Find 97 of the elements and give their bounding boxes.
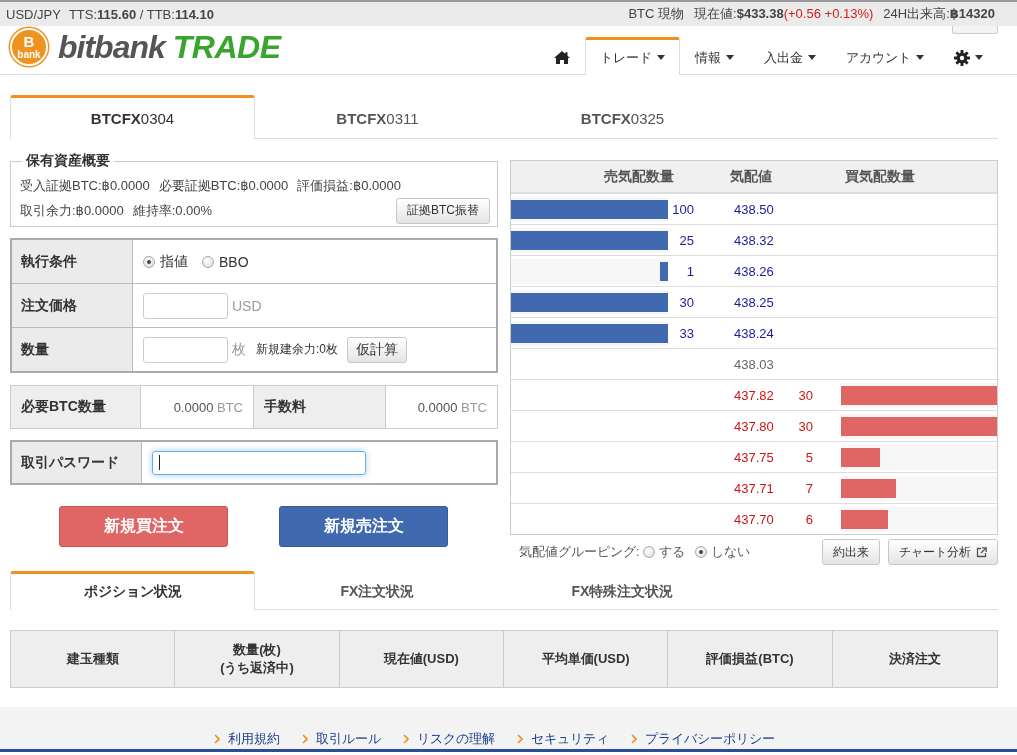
available-quantity-text: 新規建余力:0枚 [256,341,338,358]
radio-button[interactable] [202,255,214,268]
calculate-button[interactable]: 仮計算 [347,336,407,363]
asset-figure-text: 取引余力:฿0.0000 [20,201,124,220]
status-tab[interactable]: FX注文状況 [255,571,500,610]
amount-text: 0.0000 BTC [173,399,243,415]
gear-icon [954,49,970,66]
column-header: 気配値 [728,167,773,186]
contract-tab[interactable]: BTCFX0304 [10,95,255,139]
price-text: 438.03 [733,356,775,372]
unit-label: 枚 [232,340,246,359]
exchange-rate-text: TTS:115.60 / TTB:114.10 [68,6,214,22]
asset-figure-text: 受入証拠BTC:฿0.0000 [20,176,150,195]
ask-quantity-text: 1 [685,263,695,279]
nav-tab[interactable]: 情報 [680,37,749,75]
text-cursor [159,455,160,470]
status-tab[interactable]: FX特殊注文状況 [500,571,745,610]
column-header: 建玉種類 [11,631,176,687]
contract-tab[interactable]: BTCFX0325 [500,95,745,139]
ask-quantity-text: 33 [678,325,695,341]
radio-label: しない [710,543,750,561]
currency-pair-text: USD/JPY [6,6,61,22]
bid-quantity-text: 30 [797,387,814,403]
input-field[interactable] [143,336,228,363]
footer-link[interactable]: リスクの理解 [403,730,495,748]
transfer-button[interactable]: 証拠BTC振替 [396,197,490,224]
asset-summary-title: 保有資産概要 [25,152,111,170]
price-text: 438.32 [733,232,775,248]
market-label: BTC 現物 [628,6,685,21]
price-text: 437.82 [733,387,775,403]
price-text: 437.71 [733,480,775,496]
unit-label: USD [232,297,262,314]
ask-quantity-text: 100 [671,201,695,217]
column-header: 売気配数量 [603,167,674,186]
sell-order-button[interactable]: 新規売注文 [279,506,448,547]
form-label: 取引パスワード [12,442,142,483]
footer-link[interactable]: 取引ルール [302,730,381,748]
nav-tab[interactable]: アカウント [831,37,939,75]
bid-quantity-text: 6 [804,511,814,527]
column-header: 評価損益(BTC) [668,631,833,687]
radio-button[interactable] [694,546,707,558]
nav-tab[interactable]: 入出金 [749,37,831,75]
footer-link[interactable]: 利用規約 [214,730,280,748]
chevron-icon [302,734,308,744]
footer-link[interactable]: セキュリティ [517,730,609,748]
price-text: 438.26 [733,263,775,279]
chevron-icon [631,734,637,744]
form-label: 執行条件 [12,240,133,283]
bid-quantity-text: 5 [804,449,814,465]
chart-action-button[interactable]: チャート分析 [888,539,998,565]
brand-suffix: TRADE [172,28,281,66]
price-change-text: (+0.56 +0.13%) [783,6,874,21]
price-text: 438.25 [733,294,775,310]
password-field[interactable] [152,450,366,475]
form-label: 数量 [12,328,133,371]
column-header: 決済注文 [832,631,997,687]
brand-name: bitbank [58,28,165,66]
home-icon [554,51,570,64]
radio-label: BBO [219,253,249,270]
contract-tab[interactable]: BTCFX0311 [255,95,500,139]
radio-button[interactable] [143,255,155,268]
amount-text: 0.0000 BTC [417,399,487,415]
coin-caption: bank [17,50,41,60]
footer-link[interactable]: プライバシーポリシー [631,730,775,748]
price-text: 437.75 [733,449,775,465]
asset-figure-text: 維持率:0.00% [132,201,213,220]
form-label: 注文価格 [12,284,133,327]
price-text: 438.24 [733,325,775,341]
grouping-label: 気配値グルーピング: [519,543,640,561]
summary-label: 手数料 [254,386,386,428]
chart-action-button[interactable]: 約出来 [822,539,880,565]
chevron-icon [214,734,220,744]
nav-tab[interactable]: トレード [585,37,680,75]
price-text: 437.80 [733,418,775,434]
column-header: 現在値(USD) [339,631,504,687]
price-text: 437.70 [733,511,775,527]
ask-quantity-text: 30 [678,294,695,310]
asset-figure-text: 評価損益:฿0.0000 [297,176,401,195]
coin-symbol: B [23,34,35,49]
asset-figure-text: 必要証拠BTC:฿0.0000 [158,176,289,195]
bid-quantity-text: 7 [804,480,814,496]
chevron-icon [517,734,523,744]
current-price-text: 現在値:$433.38 [694,6,784,21]
radio-label: 指値 [160,252,188,271]
radio-button[interactable] [642,546,655,558]
volume-text: 24H出来高:฿14320 [883,6,995,21]
bid-quantity-text: 30 [797,418,814,434]
status-tab[interactable]: ポジション状況 [10,571,255,610]
input-field[interactable] [143,292,228,319]
price-text: 438.50 [733,201,775,217]
summary-label: 必要BTC数量 [11,386,141,428]
radio-label: する [658,543,685,561]
chevron-icon [403,734,409,744]
column-header: 平均単価(USD) [504,631,669,687]
column-header: 数量(枚) (うち返済中) [175,631,340,687]
column-header: 買気配数量 [843,167,916,186]
ask-quantity-text: 25 [678,232,695,248]
